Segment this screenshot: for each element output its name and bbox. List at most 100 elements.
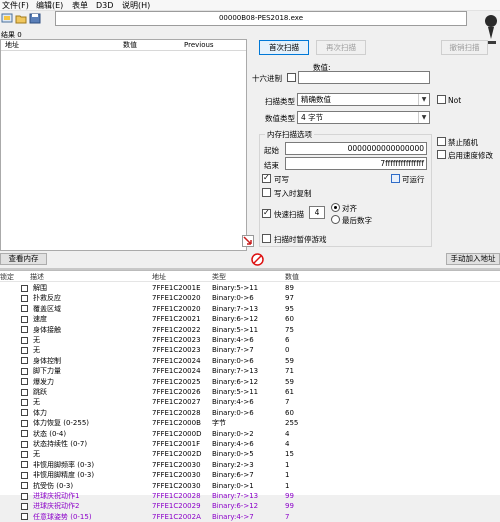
row-active-checkbox[interactable] (21, 305, 28, 313)
table-row[interactable]: 扑救反应 7FFE1C20020 Binary:0->6 97 (0, 293, 500, 303)
table-row[interactable]: 爆发力 7FFE1C20025 Binary:6->12 59 (0, 377, 500, 387)
disable-random-checkbox[interactable] (437, 137, 446, 146)
open-process-icon[interactable] (1, 13, 13, 24)
menu-file[interactable]: 文件(F) (2, 0, 29, 11)
row-active-checkbox[interactable] (21, 409, 28, 417)
row-active-checkbox[interactable] (21, 388, 28, 396)
row-active-checkbox[interactable] (21, 326, 28, 334)
row-active-checkbox[interactable] (21, 492, 28, 500)
next-scan-button[interactable]: 再次扫描 (316, 40, 366, 55)
row-active-checkbox[interactable] (21, 419, 28, 427)
row-active-checkbox[interactable] (21, 471, 28, 479)
row-active-checkbox[interactable] (21, 378, 28, 386)
add-address-button[interactable]: 手动加入地址 (446, 253, 500, 265)
table-row[interactable]: 速度 7FFE1C20021 Binary:6->12 60 (0, 314, 500, 324)
table-row[interactable]: 身体接触 7FFE1C20022 Binary:5->11 75 (0, 325, 500, 335)
pause-game-checkbox[interactable] (262, 234, 271, 243)
fast-scan-input[interactable]: 4 (309, 206, 325, 219)
row-active-checkbox[interactable] (21, 513, 28, 521)
table-row[interactable]: 身体控制 7FFE1C20024 Binary:0->6 59 (0, 356, 500, 366)
row-value: 7 (285, 398, 290, 407)
table-row[interactable]: 状态 (0-4) 7FFE1C2000D Binary:0->2 4 (0, 429, 500, 439)
row-active-checkbox[interactable] (21, 294, 28, 302)
open-file-icon[interactable] (15, 13, 27, 24)
results-list[interactable]: 地址 数值 Previous (0, 39, 247, 251)
scan-type-dropdown[interactable]: 精确数值 ▼ (297, 93, 430, 106)
row-active-checkbox[interactable] (21, 336, 28, 344)
cheat-table-header: 锁定 描述 地址 类型 数值 (0, 272, 500, 282)
col-address[interactable]: 地址 (152, 272, 166, 282)
row-value: 1 (285, 460, 290, 469)
row-active-checkbox[interactable] (21, 367, 28, 375)
table-row[interactable]: 任意球姿势 (0-15) 7FFE1C2002A Binary:4->7 7 (0, 512, 500, 522)
row-active-checkbox[interactable] (21, 502, 28, 510)
row-active-checkbox[interactable] (21, 482, 28, 490)
not-checkbox[interactable] (437, 95, 446, 104)
row-type: Binary:7->13 (212, 367, 259, 376)
table-row[interactable]: 非惯用脚精度 (0-3) 7FFE1C20030 Binary:6->7 1 (0, 470, 500, 480)
row-active-checkbox[interactable] (21, 450, 28, 458)
col-description[interactable]: 描述 (30, 272, 44, 282)
table-row[interactable]: 无 7FFE1C20023 Binary:4->6 6 (0, 335, 500, 345)
menu-edit[interactable]: 编辑(E) (36, 0, 63, 11)
row-active-checkbox[interactable] (21, 346, 28, 354)
table-row[interactable]: 状态持续性 (0-7) 7FFE1C2001F Binary:4->6 4 (0, 439, 500, 449)
executable-checkbox[interactable] (391, 174, 400, 183)
table-row[interactable]: 跳跃 7FFE1C20026 Binary:5->11 61 (0, 387, 500, 397)
stop-address-input[interactable]: 7fffffffffffffff (285, 157, 427, 170)
fast-scan-checkbox[interactable] (262, 208, 271, 218)
row-active-checkbox[interactable] (21, 430, 28, 438)
row-type: Binary:4->6 (212, 440, 254, 448)
start-address-input[interactable]: 0000000000000000 (285, 142, 427, 155)
table-row[interactable]: 进球庆祝动作1 7FFE1C20028 Binary:7->13 99 (0, 491, 500, 501)
table-row[interactable]: 无 7FFE1C2002D Binary:0->5 15 (0, 449, 500, 459)
table-row[interactable]: 无 7FFE1C20027 Binary:4->6 7 (0, 397, 500, 407)
value-type-label: 数值类型 (265, 114, 295, 123)
row-description: 无 (33, 336, 40, 344)
row-description: 状态持续性 (0-7) (33, 440, 88, 448)
hex-checkbox[interactable] (287, 73, 296, 82)
table-row[interactable]: 覆盖区域 7FFE1C20020 Binary:7->13 95 (0, 304, 500, 314)
table-row[interactable]: 体力 7FFE1C20028 Binary:0->6 60 (0, 408, 500, 418)
table-row[interactable]: 非惯用脚频率 (0-3) 7FFE1C20030 Binary:2->3 1 (0, 460, 500, 470)
table-row[interactable]: 解围 7FFE1C2001E Binary:5->11 89 (0, 283, 500, 293)
table-row[interactable]: 抗受伤 (0-3) 7FFE1C20030 Binary:0->1 1 (0, 481, 500, 491)
table-row[interactable]: 进球庆祝动作2 7FFE1C20029 Binary:6->12 99 (0, 501, 500, 511)
row-type: Binary:0->6 (212, 356, 254, 365)
value-type-dropdown[interactable]: 4 字节 ▼ (297, 111, 430, 124)
col-previous[interactable]: Previous (184, 40, 214, 51)
view-memory-button[interactable]: 查看内存 (0, 253, 47, 265)
row-active-checkbox[interactable] (21, 461, 28, 469)
row-active-checkbox[interactable] (21, 284, 28, 292)
save-icon[interactable] (29, 13, 41, 24)
table-row[interactable]: 脚下力量 7FFE1C20024 Binary:7->13 71 (0, 366, 500, 376)
row-active-checkbox[interactable] (21, 440, 28, 448)
row-active-checkbox[interactable] (21, 315, 28, 323)
clear-list-icon[interactable] (251, 253, 264, 266)
menu-table[interactable]: 表单 (72, 0, 88, 11)
col-type[interactable]: 类型 (212, 272, 226, 282)
menu-d3d[interactable]: D3D (96, 0, 113, 11)
row-active-checkbox[interactable] (21, 398, 28, 406)
table-row[interactable]: 无 7FFE1C20023 Binary:7->7 0 (0, 345, 500, 355)
undo-scan-button[interactable]: 撤销扫描 (441, 40, 488, 55)
menu-help[interactable]: 说明(H) (122, 0, 150, 11)
copy-on-write-checkbox[interactable] (262, 188, 271, 197)
row-description: 进球庆祝动作2 (33, 502, 80, 511)
last-digits-radio[interactable] (331, 215, 340, 224)
writable-checkbox[interactable] (262, 173, 271, 183)
first-scan-button[interactable]: 首次扫描 (259, 40, 309, 55)
col-value[interactable]: 数值 (123, 40, 137, 51)
speedhack-checkbox[interactable] (437, 150, 446, 159)
col-value[interactable]: 数值 (285, 272, 299, 282)
alignment-radio[interactable] (331, 203, 340, 212)
col-address[interactable]: 地址 (5, 40, 19, 51)
pointer-arrow-icon[interactable] (242, 235, 254, 247)
row-value: 7 (285, 512, 290, 521)
memory-options-title: 内存扫描选项 (265, 129, 314, 140)
row-description: 速度 (33, 315, 47, 324)
value-input[interactable] (298, 71, 430, 84)
col-active[interactable]: 锁定 (0, 272, 14, 282)
row-active-checkbox[interactable] (21, 357, 28, 365)
table-row[interactable]: 体力恢复 (0-255) 7FFE1C2000B 字节 255 (0, 418, 500, 428)
